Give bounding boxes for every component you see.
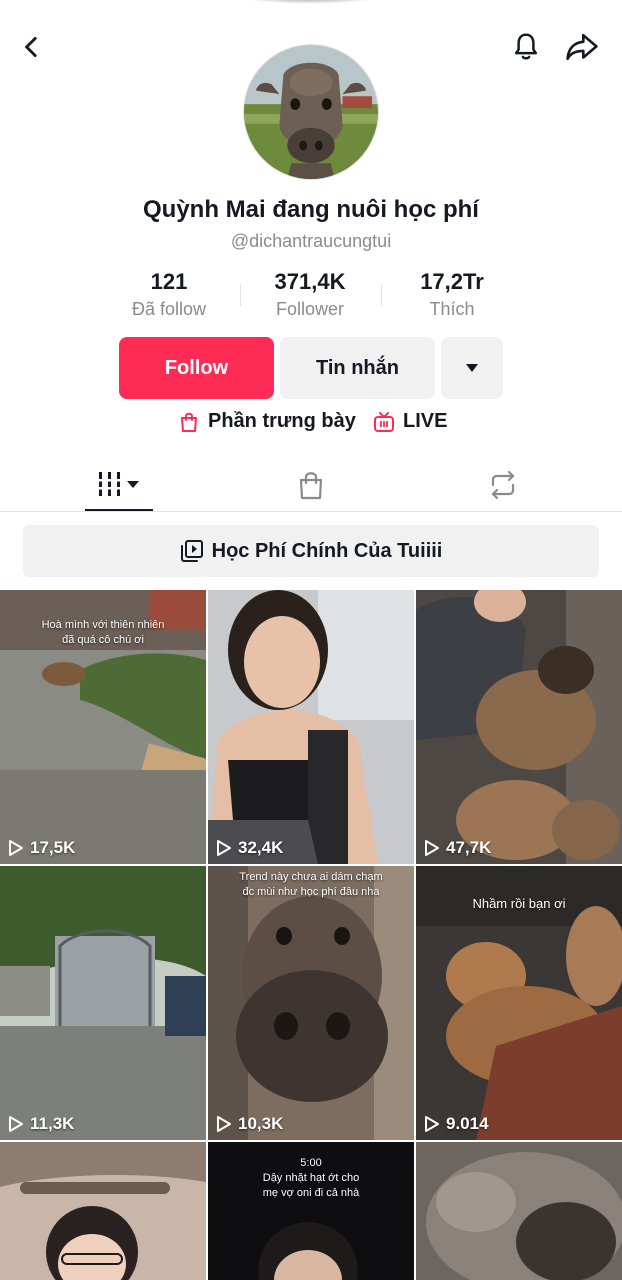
chevron-left-icon bbox=[25, 36, 37, 58]
view-count-text: 10,3K bbox=[238, 1114, 284, 1133]
video-thumbnail[interactable]: 11,3K bbox=[0, 866, 206, 1140]
followers-label: Follower bbox=[275, 299, 345, 319]
notifications-button[interactable] bbox=[506, 27, 546, 67]
playlist-icon bbox=[180, 540, 203, 562]
share-button[interactable] bbox=[562, 27, 602, 67]
more-options-button[interactable] bbox=[441, 337, 503, 399]
video-thumbnail[interactable]: 47,7K bbox=[416, 590, 622, 864]
caption-line-1: Trend này chưa ai dám chạm bbox=[239, 871, 383, 883]
video-thumbnail[interactable]: 5:00 Dậy nhặt hạt ớt cho mẹ vợ oni đi cả… bbox=[208, 1142, 414, 1280]
video-cover-image bbox=[416, 590, 622, 864]
live-tv-icon bbox=[374, 411, 394, 432]
top-edge-shadow bbox=[235, 0, 385, 4]
video-caption: Nhầm rồi bạn ơi bbox=[472, 896, 566, 911]
view-count-text: 32,4K bbox=[238, 838, 284, 857]
follow-button[interactable]: Follow bbox=[119, 337, 274, 399]
tab-videos[interactable] bbox=[85, 458, 153, 511]
caption-line-3: mẹ vợ oni đi cả nhà bbox=[262, 1187, 360, 1199]
video-cover-image bbox=[208, 590, 414, 864]
following-label: Đã follow bbox=[131, 299, 207, 319]
likes-label: Thích bbox=[429, 299, 475, 319]
video-thumbnail[interactable]: 32,4K bbox=[208, 590, 414, 864]
shopping-bag-icon bbox=[299, 471, 323, 499]
profile-stats: 121 Đã follow 371,4K Follower 17,2Tr Thí… bbox=[0, 268, 622, 324]
profile-tabs bbox=[0, 458, 622, 512]
video-cover-image bbox=[0, 1142, 206, 1280]
view-count-text: 47,7K bbox=[446, 838, 492, 857]
view-count: 17,5K bbox=[8, 838, 75, 858]
caption-line-1: 5:00 bbox=[300, 1157, 322, 1169]
caption-line-1: Hoà mình với thiên nhiên bbox=[41, 619, 165, 631]
avatar-buffalo-image bbox=[244, 45, 378, 179]
video-cover-image bbox=[0, 866, 206, 1140]
caption-line-2: Dậy nhặt hạt ớt cho bbox=[262, 1172, 360, 1184]
view-count: 47,7K bbox=[424, 838, 491, 858]
caption-line-2: đc mùi như học phí đâu nha bbox=[242, 886, 380, 898]
play-outline-icon bbox=[425, 1116, 439, 1132]
likes-count: 17,2Tr bbox=[420, 269, 484, 294]
likes-stat: 17,2Tr Thích bbox=[382, 268, 522, 322]
play-outline-icon bbox=[217, 840, 231, 856]
play-outline-icon bbox=[9, 1116, 23, 1132]
play-outline-icon bbox=[9, 840, 23, 856]
view-count-text: 9.014 bbox=[446, 1114, 489, 1133]
view-count: 11,3K bbox=[8, 1114, 74, 1134]
followers-count: 371,4K bbox=[274, 269, 346, 294]
shopping-bag-icon bbox=[181, 412, 197, 432]
view-count: 9.014 bbox=[424, 1114, 489, 1134]
video-cover-image bbox=[416, 1142, 622, 1280]
view-count: 32,4K bbox=[216, 838, 283, 858]
following-count: 121 bbox=[150, 269, 188, 294]
showcase-label: Phần trưng bày bbox=[208, 410, 356, 432]
live-label: LIVE bbox=[403, 410, 448, 432]
view-count-text: 17,5K bbox=[30, 838, 76, 857]
video-thumbnail[interactable] bbox=[0, 1142, 206, 1280]
view-count-text: 11,3K bbox=[30, 1114, 75, 1133]
caption-line-2: đã quá cô chú ơi bbox=[62, 634, 144, 646]
showcase-link[interactable]: Phần trưng bày bbox=[178, 410, 356, 433]
profile-links: Phần trưng bày LIVE bbox=[0, 410, 622, 438]
username: @dichantraucungtui bbox=[230, 231, 392, 251]
back-button[interactable] bbox=[12, 27, 52, 67]
followers-stat[interactable]: 371,4K Follower bbox=[240, 268, 380, 322]
play-outline-icon bbox=[425, 840, 439, 856]
tab-repost[interactable] bbox=[473, 458, 533, 511]
video-thumbnail[interactable]: Hoà mình với thiên nhiên đã quá cô chú ơ… bbox=[0, 590, 206, 864]
view-count: 10,3K bbox=[216, 1114, 283, 1134]
grid-bars-icon bbox=[97, 471, 139, 496]
profile-avatar[interactable] bbox=[243, 44, 379, 180]
repost-icon bbox=[491, 470, 515, 499]
play-outline-icon bbox=[217, 1116, 231, 1132]
video-thumbnail[interactable]: Nhầm rồi bạn ơi 9.014 bbox=[416, 866, 622, 1140]
share-arrow-icon bbox=[566, 33, 598, 61]
video-caption: Hoà mình với thiên nhiên đã quá cô chú ơ… bbox=[0, 618, 206, 648]
tab-shop[interactable] bbox=[281, 458, 341, 511]
caret-down-icon bbox=[466, 364, 478, 372]
bell-icon bbox=[514, 33, 538, 60]
video-thumbnail[interactable] bbox=[416, 1142, 622, 1280]
following-stat[interactable]: 121 Đã follow bbox=[99, 268, 239, 322]
display-name: Quỳnh Mai đang nuôi học phí bbox=[143, 196, 479, 223]
video-cover-image bbox=[208, 866, 414, 1140]
video-caption: 5:00 Dậy nhặt hạt ớt cho mẹ vợ oni đi cả… bbox=[208, 1156, 414, 1201]
video-thumbnail[interactable]: Trend này chưa ai dám chạm đc mùi như họ… bbox=[208, 866, 414, 1140]
playlist-title: Học Phí Chính Của Tuiiii bbox=[211, 539, 443, 562]
message-button[interactable]: Tin nhắn bbox=[280, 337, 435, 399]
live-link[interactable]: LIVE bbox=[373, 410, 447, 433]
video-caption: Trend này chưa ai dám chạm đc mùi như họ… bbox=[208, 870, 414, 900]
video-grid: Hoà mình với thiên nhiên đã quá cô chú ơ… bbox=[0, 590, 622, 1280]
playlist-button[interactable]: Học Phí Chính Của Tuiiii bbox=[23, 525, 599, 577]
